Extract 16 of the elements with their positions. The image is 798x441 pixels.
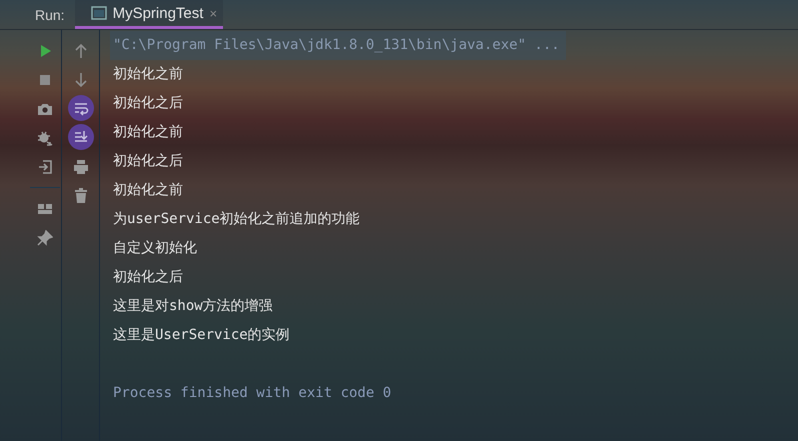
console-output-line: 初始化之后 bbox=[113, 152, 183, 171]
scroll-to-end-icon[interactable] bbox=[68, 124, 94, 150]
exit-message: Process finished with exit code 0 bbox=[113, 384, 392, 403]
console-output-line: 初始化之前 bbox=[113, 65, 183, 84]
console-output-line: 初始化之后 bbox=[113, 94, 183, 113]
run-tab[interactable]: MySpringTest × bbox=[74, 0, 224, 29]
console-output-line: 自定义初始化 bbox=[113, 239, 197, 258]
console-output-line: 为userService初始化之前追加的功能 bbox=[113, 210, 360, 229]
window-icon bbox=[90, 6, 107, 20]
run-label: Run: bbox=[35, 6, 66, 24]
console-output-line: 这里是UserService的实例 bbox=[113, 326, 290, 345]
console-output-line: 初始化之前 bbox=[113, 181, 183, 200]
soft-wrap-icon[interactable] bbox=[68, 95, 94, 121]
console-output-line: 初始化之后 bbox=[113, 268, 183, 287]
console-output-line: 初始化之前 bbox=[113, 123, 183, 142]
console-output-line: 这里是对show方法的增强 bbox=[113, 297, 273, 316]
